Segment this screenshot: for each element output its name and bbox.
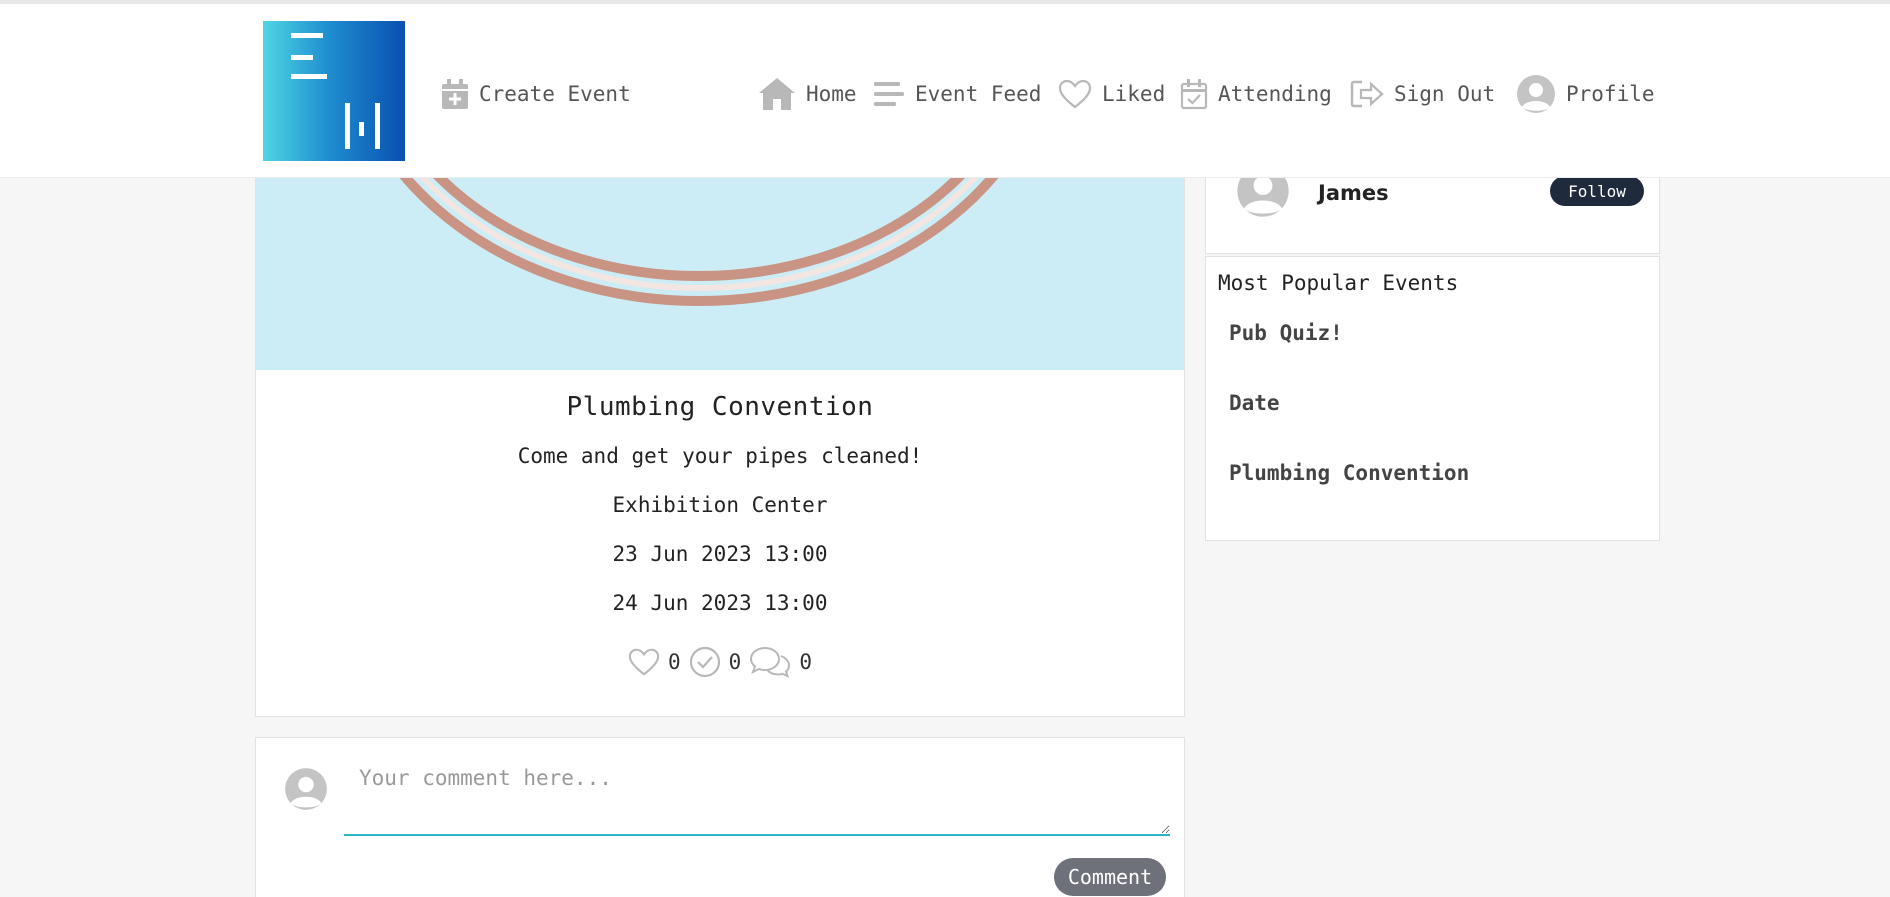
event-description: Come and get your pipes cleaned! [517, 444, 923, 468]
heart-icon [1058, 79, 1092, 109]
nav-sign-out[interactable]: Sign Out [1350, 76, 1495, 112]
event-details: Plumbing Convention Come and get your pi… [256, 370, 1184, 615]
nav-liked-label: Liked [1102, 82, 1166, 106]
attend-count: 0 [728, 650, 742, 674]
comment-stat: 0 [749, 645, 812, 679]
event-location: Exhibition Center [612, 493, 828, 517]
organizer-name[interactable]: James [1318, 178, 1389, 208]
nav-event-feed[interactable]: Event Feed [873, 76, 1041, 112]
event-stats: 0 0 0 [256, 645, 1184, 679]
follow-button[interactable]: Follow [1550, 176, 1644, 206]
popular-event-item[interactable]: Plumbing Convention [1229, 461, 1469, 485]
nav-create-event-label: Create Event [479, 82, 631, 106]
comment-input[interactable] [344, 754, 1170, 836]
like-count: 0 [668, 650, 681, 674]
nav-attending[interactable]: Attending [1180, 76, 1332, 112]
popular-event-item[interactable]: Pub Quiz! [1229, 321, 1343, 345]
event-end-time: 24 Jun 2023 13:00 [612, 591, 828, 615]
comment-count: 0 [799, 650, 812, 674]
event-title: Plumbing Convention [566, 392, 874, 422]
nav-sign-out-label: Sign Out [1394, 82, 1496, 106]
event-image [256, 178, 1184, 370]
popular-events-panel: Most Popular Events Pub Quiz! Date Plumb… [1205, 256, 1660, 541]
nav-create-event[interactable]: Create Event [441, 76, 631, 112]
popular-event-item[interactable]: Date [1229, 391, 1280, 415]
nav-event-feed-label: Event Feed [915, 82, 1042, 106]
nav-home-label: Home [806, 82, 857, 106]
nav-attending-label: Attending [1218, 82, 1332, 106]
heart-icon[interactable] [628, 647, 660, 677]
organizer-card: James Follow [1205, 165, 1660, 254]
avatar-icon [1517, 75, 1555, 113]
sign-out-icon [1350, 80, 1384, 108]
check-circle-icon[interactable] [689, 646, 721, 678]
comments-icon[interactable] [749, 645, 791, 679]
logo[interactable] [263, 21, 405, 161]
comment-submit-button[interactable]: Comment [1054, 858, 1166, 896]
calendar-check-icon [1180, 79, 1208, 110]
popular-events-heading: Most Popular Events [1218, 271, 1459, 295]
event-start-time: 23 Jun 2023 13:00 [612, 542, 828, 566]
calendar-plus-icon [442, 79, 468, 109]
feed-icon [874, 82, 904, 106]
nav-profile[interactable]: Profile [1516, 75, 1655, 113]
event-card: Plumbing Convention Come and get your pi… [255, 178, 1185, 717]
nav-home[interactable]: Home [758, 76, 857, 112]
attend-stat: 0 [689, 646, 742, 678]
header: Create Event Home Event Feed Liked Atten… [0, 4, 1890, 178]
comment-form: Comment [255, 737, 1185, 897]
home-icon [759, 78, 795, 110]
nav-profile-label: Profile [1566, 82, 1655, 106]
like-stat: 0 [628, 647, 681, 677]
avatar-icon [285, 768, 327, 810]
nav-liked[interactable]: Liked [1058, 76, 1165, 112]
